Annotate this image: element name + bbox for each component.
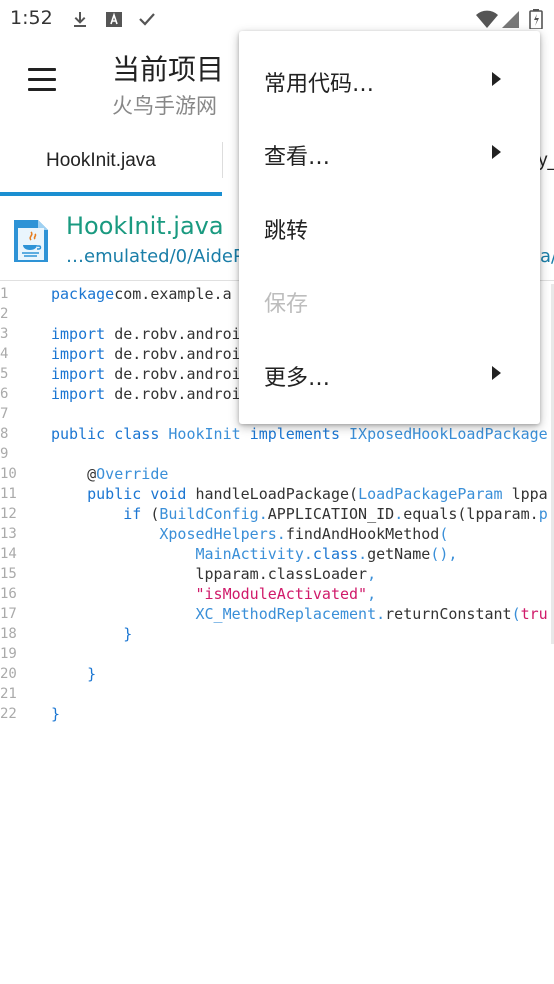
menu-item-view[interactable]: 查看…: [239, 117, 540, 190]
line-number: 18: [0, 626, 17, 642]
code-text: @Override: [51, 465, 169, 483]
tab-hookinit[interactable]: HookInit.java: [46, 150, 156, 172]
menu-item-label: 查看…: [264, 145, 331, 170]
code-text: }: [51, 705, 61, 723]
code-text: lpparam.classLoader,: [51, 565, 377, 583]
check-icon: [139, 13, 155, 26]
wifi-icon: [476, 10, 498, 28]
file-path: …emulated/0/AidePro: [66, 246, 262, 267]
page-title: 当前项目: [112, 53, 225, 86]
line-number: 16: [0, 586, 17, 602]
code-text: import de.robv.androi: [51, 345, 241, 363]
code-text: packagecom.example.a: [51, 285, 232, 303]
line-number: 14: [0, 546, 17, 562]
menu-item-label: 保存: [264, 292, 309, 317]
code-line[interactable]: 11 public void handleLoadPackage(LoadPac…: [0, 484, 554, 504]
code-line[interactable]: 22}: [0, 704, 554, 724]
status-time: 1:52: [10, 7, 53, 29]
code-line[interactable]: 14 MainActivity.class.getName(),: [0, 544, 554, 564]
menu-item-more[interactable]: 更多…: [239, 338, 540, 411]
line-number: 1: [0, 286, 9, 302]
submenu-arrow-icon: [492, 366, 501, 380]
line-number: 5: [0, 366, 9, 382]
download-icon: [74, 12, 86, 27]
code-text: MainActivity.class.getName(),: [51, 545, 458, 563]
page-subtitle: 火鸟手游网: [112, 94, 217, 118]
code-text: }: [51, 665, 97, 683]
code-line[interactable]: 17 XC_MethodReplacement.returnConstant(t…: [0, 604, 554, 624]
line-number: 6: [0, 386, 9, 402]
file-path-tail: a/: [540, 246, 554, 267]
submenu-arrow-icon: [492, 145, 501, 159]
line-number: 10: [0, 466, 17, 482]
battery-icon: [529, 9, 543, 29]
java-file-icon: [14, 220, 48, 262]
line-number: 8: [0, 426, 9, 442]
code-line[interactable]: 19: [0, 644, 554, 664]
file-name: HookInit.java: [66, 212, 224, 240]
menu-item-save: 保存: [239, 264, 540, 337]
line-number: 20: [0, 666, 17, 682]
code-line[interactable]: 20 }: [0, 664, 554, 684]
code-line[interactable]: 16 "isModuleActivated",: [0, 584, 554, 604]
code-text: public void handleLoadPackage(LoadPackag…: [51, 485, 548, 503]
code-line[interactable]: 15 lpparam.classLoader,: [0, 564, 554, 584]
code-line[interactable]: 13 XposedHelpers.findAndHookMethod(: [0, 524, 554, 544]
menu-item-label: 更多…: [264, 366, 331, 391]
line-number: 17: [0, 606, 17, 622]
a-icon: [106, 12, 122, 27]
code-line[interactable]: 10 @Override: [0, 464, 554, 484]
menu-icon[interactable]: [28, 68, 58, 92]
tab-divider: [222, 142, 223, 178]
line-number: 9: [0, 446, 9, 462]
code-line[interactable]: 8 public class HookInit implements IXpose…: [0, 424, 554, 444]
menu-item-common-code[interactable]: 常用代码…: [239, 44, 540, 117]
tab-second[interactable]: y_: [538, 150, 554, 172]
overflow-menu: 常用代码… 查看… 跳转 保存 更多…: [239, 31, 540, 424]
line-number: 15: [0, 566, 17, 582]
line-number: 19: [0, 646, 17, 662]
code-text: import de.robv.androi: [51, 325, 241, 343]
code-text: import de.robv.androi: [51, 365, 241, 383]
line-number: 4: [0, 346, 9, 362]
signal-icon: [502, 11, 519, 28]
code-line[interactable]: 18 }: [0, 624, 554, 644]
line-number: 2: [0, 306, 9, 322]
code-text: if (BuildConfig.APPLICATION_ID.equals(lp…: [51, 505, 548, 523]
line-number: 13: [0, 526, 17, 542]
submenu-arrow-icon: [492, 72, 501, 86]
line-number: 12: [0, 506, 17, 522]
code-line[interactable]: 21: [0, 684, 554, 704]
code-text: }: [51, 625, 133, 643]
line-number: 3: [0, 326, 9, 342]
code-text: XposedHelpers.findAndHookMethod(: [51, 525, 449, 543]
code-text: XC_MethodReplacement.returnConstant(tru: [51, 605, 548, 623]
menu-item-label: 常用代码…: [264, 72, 375, 97]
menu-item-goto[interactable]: 跳转: [239, 191, 540, 264]
code-text: "isModuleActivated",: [51, 585, 377, 603]
line-number: 7: [0, 406, 9, 422]
line-number: 22: [0, 706, 17, 722]
code-line[interactable]: 9: [0, 444, 554, 464]
code-text: public class HookInit implements IXposed…: [51, 425, 548, 443]
code-line[interactable]: 12 if (BuildConfig.APPLICATION_ID.equals…: [0, 504, 554, 524]
menu-item-label: 跳转: [264, 219, 309, 244]
line-number: 21: [0, 686, 17, 702]
active-tab-indicator: [0, 192, 222, 196]
line-number: 11: [0, 486, 17, 502]
